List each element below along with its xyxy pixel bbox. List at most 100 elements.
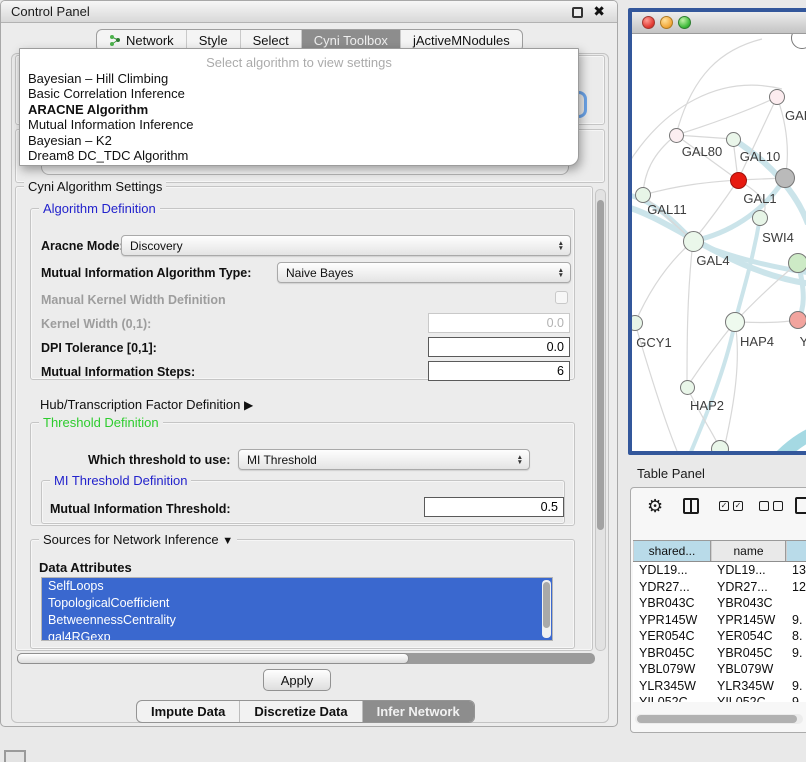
algorithm-option[interactable]: Mutual Information Inference <box>20 117 578 132</box>
mi-steps-field[interactable]: 6 <box>428 361 570 381</box>
network-node[interactable] <box>788 253 806 273</box>
kernel-width-field[interactable]: 0.0 <box>428 313 570 333</box>
sources-group: Sources for Network Inference ▼ Data Att… <box>30 539 575 649</box>
cyni-algorithm-settings-group: Cyni Algorithm Settings Algorithm Defini… <box>15 186 593 651</box>
table-row[interactable]: YPR145W YPR145W 9. <box>633 612 806 629</box>
table-panel-title: Table Panel <box>637 466 705 481</box>
table-row[interactable]: YLR345W YLR345W 9. <box>633 678 806 695</box>
minimize-traffic-light-icon[interactable] <box>660 16 673 29</box>
aracne-mode-label: Aracne Mode: <box>41 239 124 253</box>
document-icon[interactable] <box>795 497 806 514</box>
attribute-item[interactable]: SelfLoops <box>42 578 552 595</box>
table-row[interactable]: YBL079W YBL079W <box>633 661 806 678</box>
close-traffic-light-icon[interactable] <box>642 16 655 29</box>
chevron-down-icon: ▼ <box>222 535 233 547</box>
window-title: Control Panel <box>1 4 90 19</box>
manual-kernel-checkbox[interactable] <box>555 291 568 304</box>
zoom-traffic-light-icon[interactable] <box>678 16 691 29</box>
algorithm-option-selected[interactable]: ARACNE Algorithm <box>20 102 578 117</box>
table-horizontal-scrollbar[interactable] <box>635 714 803 724</box>
network-node-gal4[interactable] <box>683 231 704 252</box>
network-node-gal10[interactable] <box>726 132 741 147</box>
mi-steps-label: Mutual Information Steps: <box>41 365 195 379</box>
network-node-swi4[interactable] <box>752 210 768 226</box>
control-panel-titlebar[interactable]: Control Panel ✖ <box>1 1 617 23</box>
manual-kernel-label: Manual Kernel Width Definition <box>41 293 226 307</box>
aracne-mode-select[interactable]: Discovery ▲▼ <box>121 235 571 256</box>
network-node-gal11[interactable] <box>635 187 651 203</box>
table-panel-window: ⚙ ✓✓ shared... name YDL19... YDL19... 13 <box>630 487 806 733</box>
algorithm-dropdown-placeholder: Select algorithm to view settings <box>20 49 578 71</box>
column-header-shared-name[interactable]: shared... <box>633 541 711 561</box>
tab-discretize-data[interactable]: Discretize Data <box>239 701 361 722</box>
node-label: Y <box>800 334 806 349</box>
table-row[interactable]: YBR045C YBR045C 9. <box>633 645 806 662</box>
table-row[interactable]: YDL19... YDL19... 13 <box>633 562 806 579</box>
float-window-icon[interactable] <box>572 7 583 18</box>
attribute-item[interactable]: BetweennessCentrality <box>42 612 552 629</box>
which-threshold-label: Which threshold to use: <box>88 453 230 467</box>
network-node[interactable] <box>711 440 729 451</box>
network-node-gal80[interactable] <box>669 128 684 143</box>
attribute-item[interactable]: TopologicalCoefficient <box>42 595 552 612</box>
mi-type-label: Mutual Information Algorithm Type: <box>41 266 251 280</box>
settings-vertical-scrollbar[interactable] <box>595 189 606 651</box>
algorithm-option[interactable]: Dream8 DC_TDC Algorithm <box>20 148 578 163</box>
desktop: Control Panel ✖ Network Style Select Cyn… <box>0 0 806 762</box>
minimized-window-icon[interactable] <box>4 750 26 762</box>
which-threshold-select[interactable]: MI Threshold ▲▼ <box>238 449 530 470</box>
mi-type-select[interactable]: Naive Bayes ▲▼ <box>277 262 571 283</box>
node-label: GAL4 <box>696 253 729 268</box>
dpi-tolerance-field[interactable]: 0.0 <box>428 337 570 357</box>
table-row[interactable]: YIL052C YIL052C 9 <box>633 694 806 702</box>
network-node-y[interactable] <box>789 311 806 329</box>
node-label: GAL80 <box>682 144 722 159</box>
column-header-name[interactable]: name <box>711 541 786 561</box>
mi-threshold-group: MI Threshold Definition Mutual Informati… <box>41 480 565 524</box>
table-row[interactable]: YDR27... YDR27... 12 <box>633 579 806 596</box>
checked-pair-icon[interactable]: ✓✓ <box>719 501 743 511</box>
node-label: HAP4 <box>740 334 774 349</box>
kernel-width-label: Kernel Width (0,1): <box>41 317 151 331</box>
node-label: GAL1 <box>743 191 776 206</box>
attribute-list-scrollbar[interactable] <box>542 580 551 638</box>
table-row[interactable]: YER054C YER054C 8. <box>633 628 806 645</box>
control-panel-window: Control Panel ✖ Network Style Select Cyn… <box>0 0 618 727</box>
algorithm-definition-title: Algorithm Definition <box>39 201 160 216</box>
network-canvas[interactable]: GAL80 GAL10 GAL GAL1 GAL11 SWI4 GAL4 GCY… <box>632 34 806 451</box>
network-node-hap2[interactable] <box>680 380 695 395</box>
attribute-item[interactable]: gal4RGexp <box>42 629 552 641</box>
mi-threshold-field[interactable]: 0.5 <box>424 497 564 517</box>
apply-button[interactable]: Apply <box>263 669 331 691</box>
data-attributes-list: SelfLoops TopologicalCoefficient Between… <box>41 577 553 641</box>
gear-icon[interactable]: ⚙ <box>647 496 663 516</box>
node-table: shared... name YDL19... YDL19... 13 YDR2… <box>633 540 806 702</box>
sources-title[interactable]: Sources for Network Inference ▼ <box>39 532 237 547</box>
cyni-bottom-tabbar: Impute Data Discretize Data Infer Networ… <box>136 700 475 723</box>
node-label: GCY1 <box>636 335 671 350</box>
node-label: SWI4 <box>762 230 794 245</box>
column-header-partial[interactable] <box>786 541 806 561</box>
algorithm-option[interactable]: Bayesian – K2 <box>20 133 578 148</box>
tab-label: Network <box>126 33 174 48</box>
stepper-arrows-icon: ▲▼ <box>558 268 564 278</box>
network-node-gal1-selected[interactable] <box>730 172 747 189</box>
settings-horizontal-scrollbar[interactable] <box>17 653 595 664</box>
tab-infer-network[interactable]: Infer Network <box>362 701 474 722</box>
algorithm-option[interactable]: Basic Correlation Inference <box>20 86 578 101</box>
network-node[interactable] <box>775 168 795 188</box>
column-view-icon[interactable] <box>683 498 699 514</box>
network-view-window: GAL80 GAL10 GAL GAL1 GAL11 SWI4 GAL4 GCY… <box>628 8 806 455</box>
close-icon[interactable]: ✖ <box>593 3 605 20</box>
stepper-arrows-icon: ▲▼ <box>558 241 564 251</box>
algorithm-option[interactable]: Bayesian – Hill Climbing <box>20 71 578 86</box>
network-node-gal[interactable] <box>769 89 785 105</box>
network-node-hap4[interactable] <box>725 312 745 332</box>
unchecked-pair-icon[interactable] <box>759 501 783 511</box>
dpi-tolerance-label: DPI Tolerance [0,1]: <box>41 341 157 355</box>
table-row[interactable]: YBR043C YBR043C <box>633 595 806 612</box>
stepper-arrows-icon: ▲▼ <box>517 455 523 465</box>
tab-impute-data[interactable]: Impute Data <box>137 701 239 722</box>
hub-definition-expander[interactable]: Hub/Transcription Factor Definition ▶ <box>40 397 253 412</box>
network-window-titlebar[interactable] <box>632 12 806 34</box>
